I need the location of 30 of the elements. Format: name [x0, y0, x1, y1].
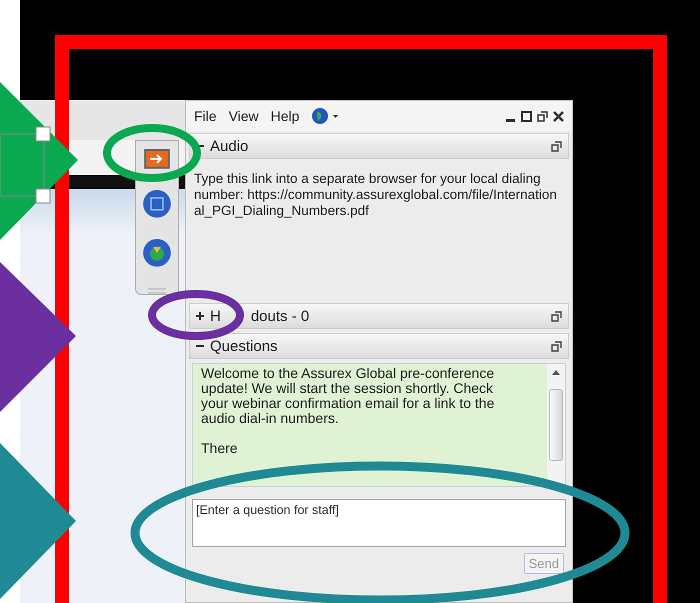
menu-item[interactable]: View [228, 108, 259, 124]
section-title: H [210, 308, 221, 324]
section-header[interactable]: Audio [189, 133, 569, 159]
menu-item[interactable]: Help [270, 108, 300, 124]
collapse-icon[interactable] [196, 342, 204, 350]
grip-icon[interactable] [148, 288, 166, 294]
close-icon[interactable] [553, 110, 564, 122]
menu-item[interactable]: File [194, 108, 217, 124]
popout-icon[interactable] [551, 140, 562, 152]
screen-button-icon[interactable] [142, 188, 172, 218]
arrow-button-icon[interactable] [144, 149, 170, 169]
globe-menu-icon[interactable] [311, 107, 340, 125]
scroll-up-icon[interactable] [552, 370, 560, 375]
question-input[interactable]: [Enter a question for staff] [192, 499, 566, 547]
section-title: Audio [210, 138, 248, 154]
maximize-icon[interactable] [521, 110, 532, 122]
section-title: douts - 0 [250, 308, 310, 324]
chat-message: Welcome to the Assurex Global pre-conference update! We will start the session shortly. Check your webinar confirmation email for a link to the audio dial-in numbers. [201, 366, 496, 426]
collapse-icon[interactable] [196, 142, 204, 150]
popout-icon[interactable] [551, 310, 562, 322]
scrollbar[interactable] [547, 364, 565, 486]
audio-instructions: Type this link into a separate browser for your local dialing number: https://community.assurexglobal.com/file/International_PGI_Dialing_Numbers.pdf [194, 171, 557, 218]
popout-icon[interactable] [537, 110, 548, 122]
popout-icon[interactable] [551, 340, 562, 352]
expand-icon[interactable] [196, 312, 204, 320]
section-title: Questions [210, 338, 278, 354]
section-header[interactable]: H douts - 0 [189, 303, 569, 329]
section-header[interactable]: Questions [189, 333, 569, 359]
chat-message: There [201, 441, 239, 456]
globe-button-icon[interactable] [142, 238, 172, 268]
